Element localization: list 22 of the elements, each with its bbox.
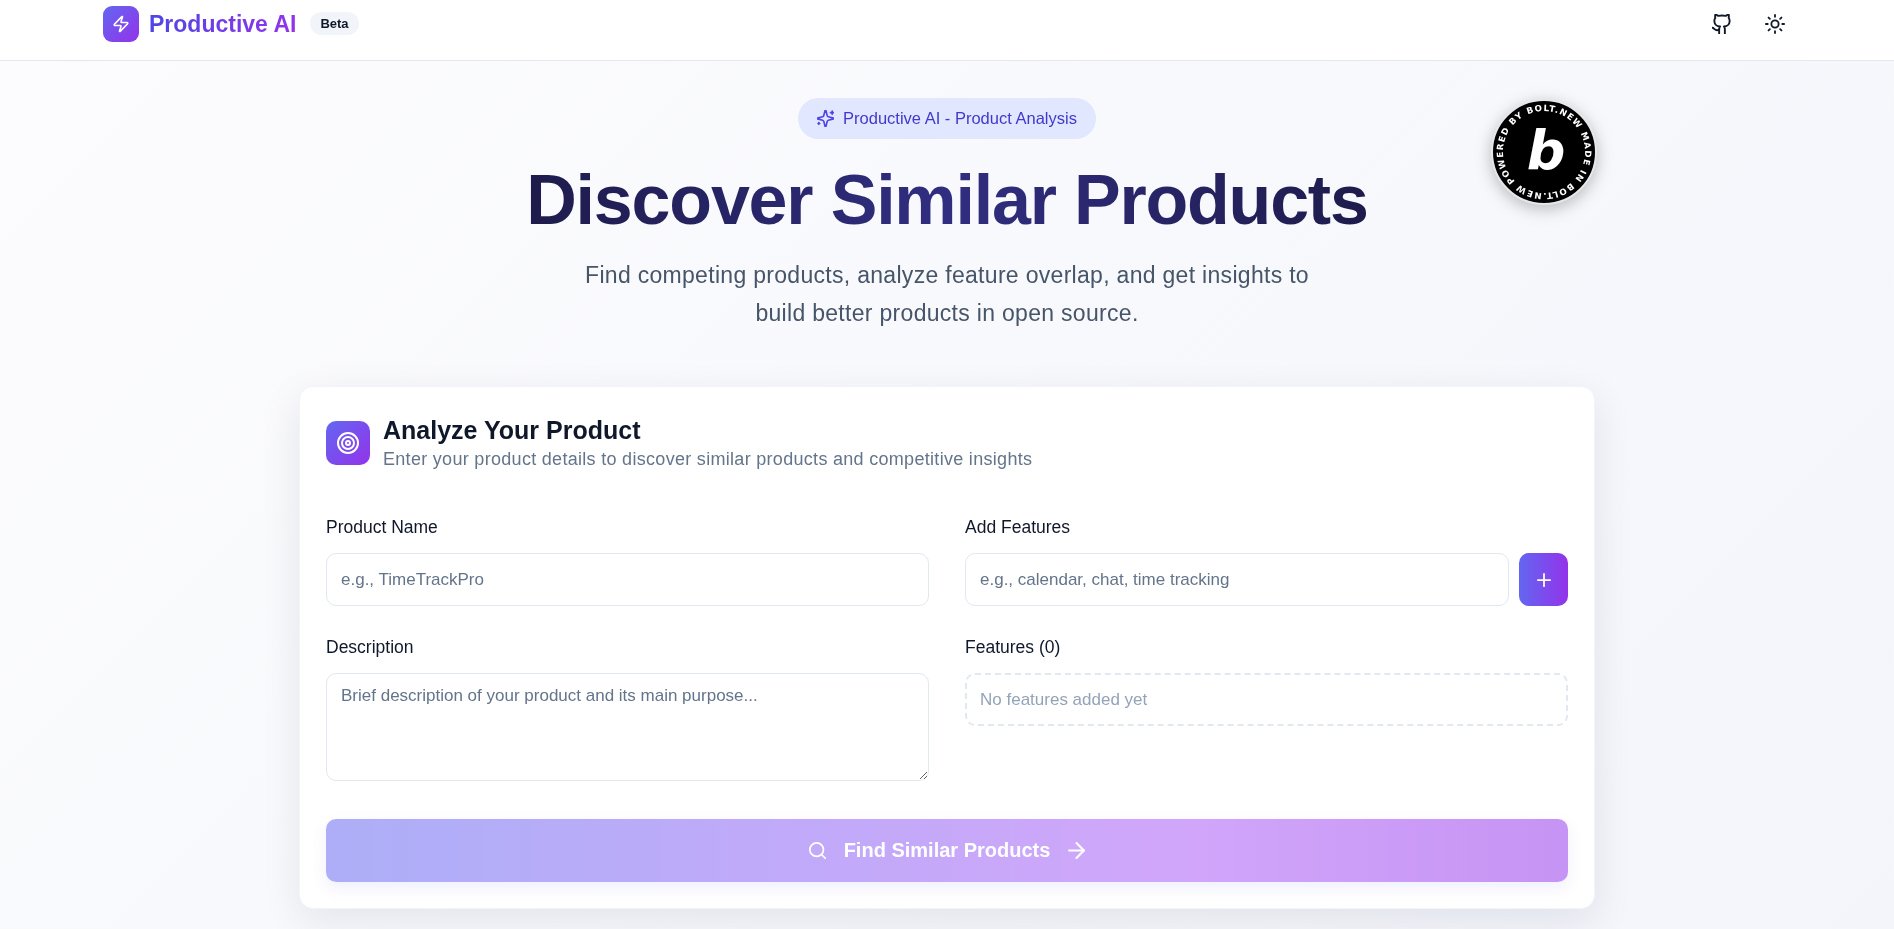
field-label: Product Name [326,516,438,538]
github-icon[interactable] [1712,13,1732,34]
empty-features-text: No features added yet [980,689,1148,710]
plus-icon [1536,572,1551,587]
target-icon [326,420,370,465]
field-label: Description [326,636,414,658]
description-field[interactable]: Brief description of your product and its main purpose... [326,673,929,781]
search-icon [808,842,826,859]
page-subtitle: Find competing products, analyze feature overlap, and get insights to build better products in open source. [584,261,1310,328]
tag-text: Productive AI - Product Analysis [843,109,1077,128]
beta-badge: Beta [310,12,359,35]
add-feature-button[interactable] [1519,553,1568,606]
sparkles-icon [817,110,835,127]
badge-logo-text: b [1526,119,1566,182]
product-name-field[interactable]: e.g., TimeTrackPro [326,553,929,606]
field-label: Add Features [965,516,1071,538]
feature-field[interactable]: e.g., calendar, chat, time tracking [965,553,1509,606]
card-title: Analyze Your Product [383,415,642,445]
card-subtitle: Enter your product details to discover similar products and competitive insights [383,448,1033,470]
field-label: Features (0) [965,636,1061,658]
sun-icon[interactable] [1765,13,1785,34]
logo-icon [103,5,139,42]
